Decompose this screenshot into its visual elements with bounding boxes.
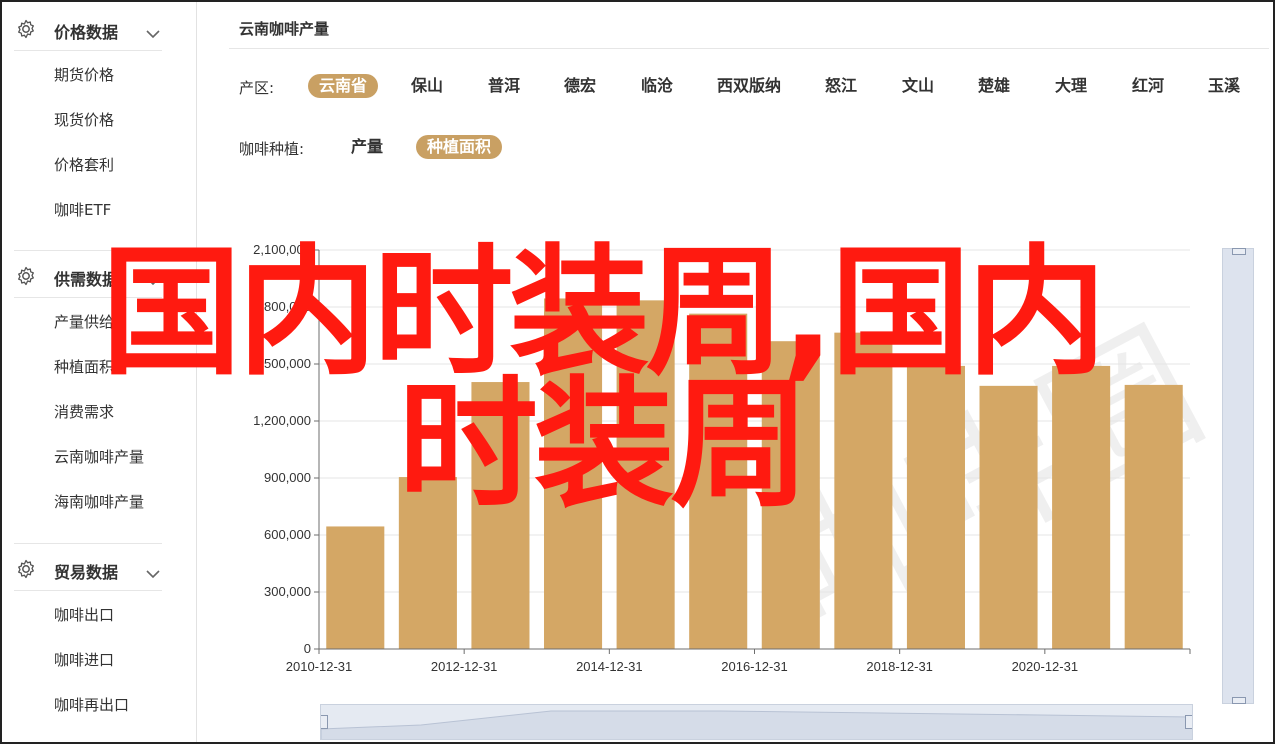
chevron-down-icon[interactable] — [146, 271, 160, 286]
gear-icon — [16, 559, 36, 579]
main-panel: 云南咖啡产量 产区: 云南省 保山 普洱 德宏 临沧 西双版纳 怒江 文山 楚雄 大理 红河 玉溪 咖… — [197, 2, 1273, 742]
bar-chart: 0 300,000 600,000 900,000 1,200,000 1,500,000… — [253, 242, 1191, 674]
sidebar-item[interactable]: 云南咖啡产量 — [54, 446, 144, 467]
sidebar-item[interactable]: 咖啡再出口 — [54, 694, 129, 715]
bar — [544, 298, 603, 649]
vertical-scroll-handle-top[interactable] — [1232, 248, 1246, 255]
vertical-scrollbar[interactable] — [1222, 248, 1254, 704]
sidebar-item[interactable]: 咖啡ETF — [54, 199, 111, 220]
y-tick-label: 1,200,000 — [253, 413, 311, 428]
gear-icon — [16, 266, 36, 286]
bar — [906, 365, 965, 649]
sidebar-divider — [14, 590, 162, 591]
bar — [979, 385, 1038, 649]
sidebar-divider — [14, 50, 162, 51]
bar — [326, 526, 385, 649]
sidebar-group-header[interactable]: 价格数据 — [2, 6, 196, 52]
app-frame: 价格数据 期货价格 现货价格 价格套利 咖啡ETF 供需数据 产量供给 种植面积 消费需求 云南咖… — [0, 0, 1275, 744]
sidebar: 价格数据期货价格现货价格价格套利咖啡ETF 供需数据产量供给种植面积消费需求云南咖… — [2, 2, 197, 742]
sidebar-group-header[interactable]: 供需数据 — [2, 253, 196, 299]
bar — [761, 341, 820, 649]
sidebar-divider — [14, 250, 162, 251]
sidebar-divider — [14, 543, 162, 544]
x-tick-label: 2018-12-31 — [866, 659, 933, 674]
y-tick-label: 900,000 — [264, 470, 311, 485]
chevron-down-icon[interactable] — [146, 564, 160, 579]
sidebar-item[interactable]: 现货价格 — [54, 109, 114, 130]
bar — [689, 313, 748, 649]
horizontal-scrollbar[interactable] — [320, 704, 1193, 740]
sidebar-item[interactable]: 咖啡进口 — [54, 649, 114, 670]
y-tick-label: 0 — [304, 641, 311, 656]
x-tick-label: 2020-12-31 — [1012, 659, 1078, 674]
y-tick-label: 300,000 — [264, 584, 311, 599]
scrollbar-preview — [321, 710, 1192, 739]
bar — [616, 300, 675, 649]
bar — [471, 382, 530, 649]
horizontal-scroll-handle-right[interactable] — [1185, 715, 1192, 729]
chevron-down-icon[interactable] — [146, 24, 160, 39]
x-tick-label: 2010-12-31 — [286, 659, 353, 674]
sidebar-divider — [14, 297, 162, 298]
bar — [1052, 365, 1111, 649]
sidebar-item[interactable]: 咖啡出口 — [54, 604, 114, 625]
bar — [1124, 384, 1183, 649]
gear-icon — [16, 19, 36, 39]
sidebar-item[interactable]: 海南咖啡产量 — [54, 491, 144, 512]
sidebar-group-header[interactable]: 贸易数据 — [2, 546, 196, 592]
bar — [398, 477, 457, 649]
sidebar-group-title: 供需数据 — [54, 270, 119, 289]
sidebar-item[interactable]: 消费需求 — [54, 401, 114, 422]
sidebar-item[interactable]: 产量供给 — [54, 311, 114, 332]
x-tick-label: 2012-12-31 — [431, 659, 498, 674]
y-tick-label: 2,100,000 — [253, 242, 311, 257]
sidebar-group-title: 价格数据 — [54, 23, 119, 42]
x-tick-label: 2016-12-31 — [721, 659, 788, 674]
sidebar-group-title: 贸易数据 — [54, 563, 119, 582]
bar — [834, 332, 893, 649]
x-tick-label: 2014-12-31 — [576, 659, 643, 674]
sidebar-item[interactable]: 价格套利 — [54, 154, 114, 175]
sidebar-item[interactable]: 期货价格 — [54, 64, 114, 85]
y-tick-label: 1,800,000 — [253, 299, 311, 314]
vertical-scroll-handle-bottom[interactable] — [1232, 697, 1246, 704]
y-tick-label: 600,000 — [264, 527, 311, 542]
horizontal-scroll-handle-left[interactable] — [321, 715, 328, 729]
y-tick-label: 1,500,000 — [253, 356, 311, 371]
sidebar-item[interactable]: 种植面积 — [54, 356, 114, 377]
